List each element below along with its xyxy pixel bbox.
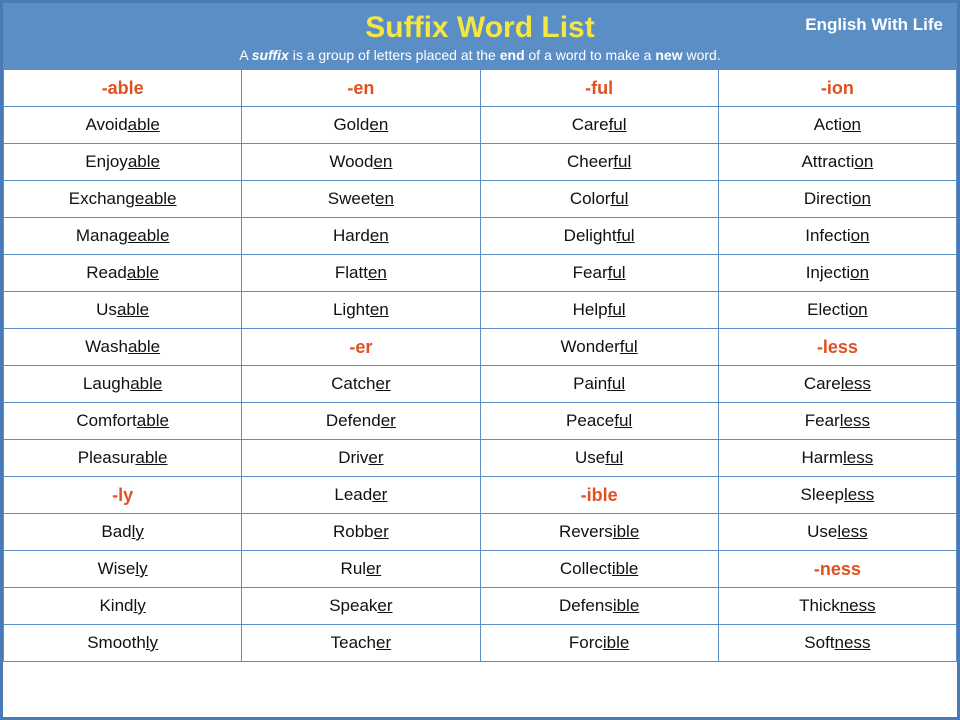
column-header-2: -ful xyxy=(480,70,718,107)
table-cell: Driver xyxy=(242,440,480,477)
table-cell: Helpful xyxy=(480,292,718,329)
table-cell: Wisely xyxy=(4,551,242,588)
table-row: KindlySpeakerDefensibleThickness xyxy=(4,588,957,625)
table-cell: Fearful xyxy=(480,255,718,292)
table-cell: Harmless xyxy=(718,440,956,477)
table-cell: Defender xyxy=(242,403,480,440)
table-cell: Kindly xyxy=(4,588,242,625)
table-cell: Lighten xyxy=(242,292,480,329)
table-row: ManageableHardenDelightfulInfection xyxy=(4,218,957,255)
table-cell: Pleasurable xyxy=(4,440,242,477)
table-row: -lyLeader-ibleSleepless xyxy=(4,477,957,514)
table-cell: Avoidable xyxy=(4,107,242,144)
table-cell: Defensible xyxy=(480,588,718,625)
table-row: PleasurableDriverUsefulHarmless xyxy=(4,440,957,477)
subtitle-mid: is a group of letters placed at the xyxy=(289,47,500,63)
subtitle-post: word. xyxy=(683,47,721,63)
table-cell: -less xyxy=(718,329,956,366)
table-cell: Catcher xyxy=(242,366,480,403)
table-cell: Reversible xyxy=(480,514,718,551)
table-row: LaughableCatcherPainfulCareless xyxy=(4,366,957,403)
table-cell: Badly xyxy=(4,514,242,551)
table-cell: Careful xyxy=(480,107,718,144)
table-cell: Election xyxy=(718,292,956,329)
table-cell: Ruler xyxy=(242,551,480,588)
subtitle-mid2: of a word to make a xyxy=(525,47,656,63)
table-cell: Action xyxy=(718,107,956,144)
table-cell: Injection xyxy=(718,255,956,292)
table-cell: Cheerful xyxy=(480,144,718,181)
table-cell: Delightful xyxy=(480,218,718,255)
table-cell: Flatten xyxy=(242,255,480,292)
table-cell: Painful xyxy=(480,366,718,403)
table-cell: Teacher xyxy=(242,625,480,662)
table-row: Washable-erWonderful-less xyxy=(4,329,957,366)
table-cell: Robber xyxy=(242,514,480,551)
table-cell: -ible xyxy=(480,477,718,514)
table-cell: Peaceful xyxy=(480,403,718,440)
brand-label: English With Life xyxy=(805,15,943,35)
table-cell: Smoothly xyxy=(4,625,242,662)
subtitle-pre: A xyxy=(239,47,251,63)
table-cell: Collectible xyxy=(480,551,718,588)
table-cell: Readable xyxy=(4,255,242,292)
table-row: ReadableFlattenFearfulInjection xyxy=(4,255,957,292)
table-row: ExchangeableSweetenColorfulDirection xyxy=(4,181,957,218)
table-cell: -ness xyxy=(718,551,956,588)
table-header-row: -able-en-ful-ion xyxy=(4,70,957,107)
table-cell: -er xyxy=(242,329,480,366)
table-cell: Comfortable xyxy=(4,403,242,440)
table-cell: Enjoyable xyxy=(4,144,242,181)
table-cell: Fearless xyxy=(718,403,956,440)
table-cell: -ly xyxy=(4,477,242,514)
table-cell: Useful xyxy=(480,440,718,477)
table-cell: Exchangeable xyxy=(4,181,242,218)
column-header-1: -en xyxy=(242,70,480,107)
subtitle-suffix: suffix xyxy=(252,47,289,63)
table-cell: Softness xyxy=(718,625,956,662)
table-cell: Speaker xyxy=(242,588,480,625)
table-cell: Harden xyxy=(242,218,480,255)
table-cell: Leader xyxy=(242,477,480,514)
table-cell: Sweeten xyxy=(242,181,480,218)
table-cell: Careless xyxy=(718,366,956,403)
word-table: -able-en-ful-ion AvoidableGoldenCarefulA… xyxy=(3,69,957,662)
table-row: SmoothlyTeacherForcibleSoftness xyxy=(4,625,957,662)
table-cell: Laughable xyxy=(4,366,242,403)
subtitle-end: end xyxy=(500,47,525,63)
table-cell: Infection xyxy=(718,218,956,255)
table-cell: Attraction xyxy=(718,144,956,181)
table-cell: Direction xyxy=(718,181,956,218)
table-cell: Manageable xyxy=(4,218,242,255)
table-cell: Golden xyxy=(242,107,480,144)
table-cell: Thickness xyxy=(718,588,956,625)
table-cell: Colorful xyxy=(480,181,718,218)
table-cell: Wooden xyxy=(242,144,480,181)
table-cell: Sleepless xyxy=(718,477,956,514)
table-cell: Forcible xyxy=(480,625,718,662)
column-header-0: -able xyxy=(4,70,242,107)
table-cell: Usable xyxy=(4,292,242,329)
table-row: BadlyRobberReversibleUseless xyxy=(4,514,957,551)
table-row: EnjoyableWoodenCheerfulAttraction xyxy=(4,144,957,181)
table-row: UsableLightenHelpfulElection xyxy=(4,292,957,329)
table-cell: Washable xyxy=(4,329,242,366)
page-header: Suffix Word List A suffix is a group of … xyxy=(3,3,957,69)
table-cell: Wonderful xyxy=(480,329,718,366)
table-row: AvoidableGoldenCarefulAction xyxy=(4,107,957,144)
page-container: Suffix Word List A suffix is a group of … xyxy=(0,0,960,720)
table-row: WiselyRulerCollectible-ness xyxy=(4,551,957,588)
subtitle: A suffix is a group of letters placed at… xyxy=(15,47,945,63)
column-header-3: -ion xyxy=(718,70,956,107)
table-cell: Useless xyxy=(718,514,956,551)
table-row: ComfortableDefenderPeacefulFearless xyxy=(4,403,957,440)
subtitle-new: new xyxy=(655,47,682,63)
